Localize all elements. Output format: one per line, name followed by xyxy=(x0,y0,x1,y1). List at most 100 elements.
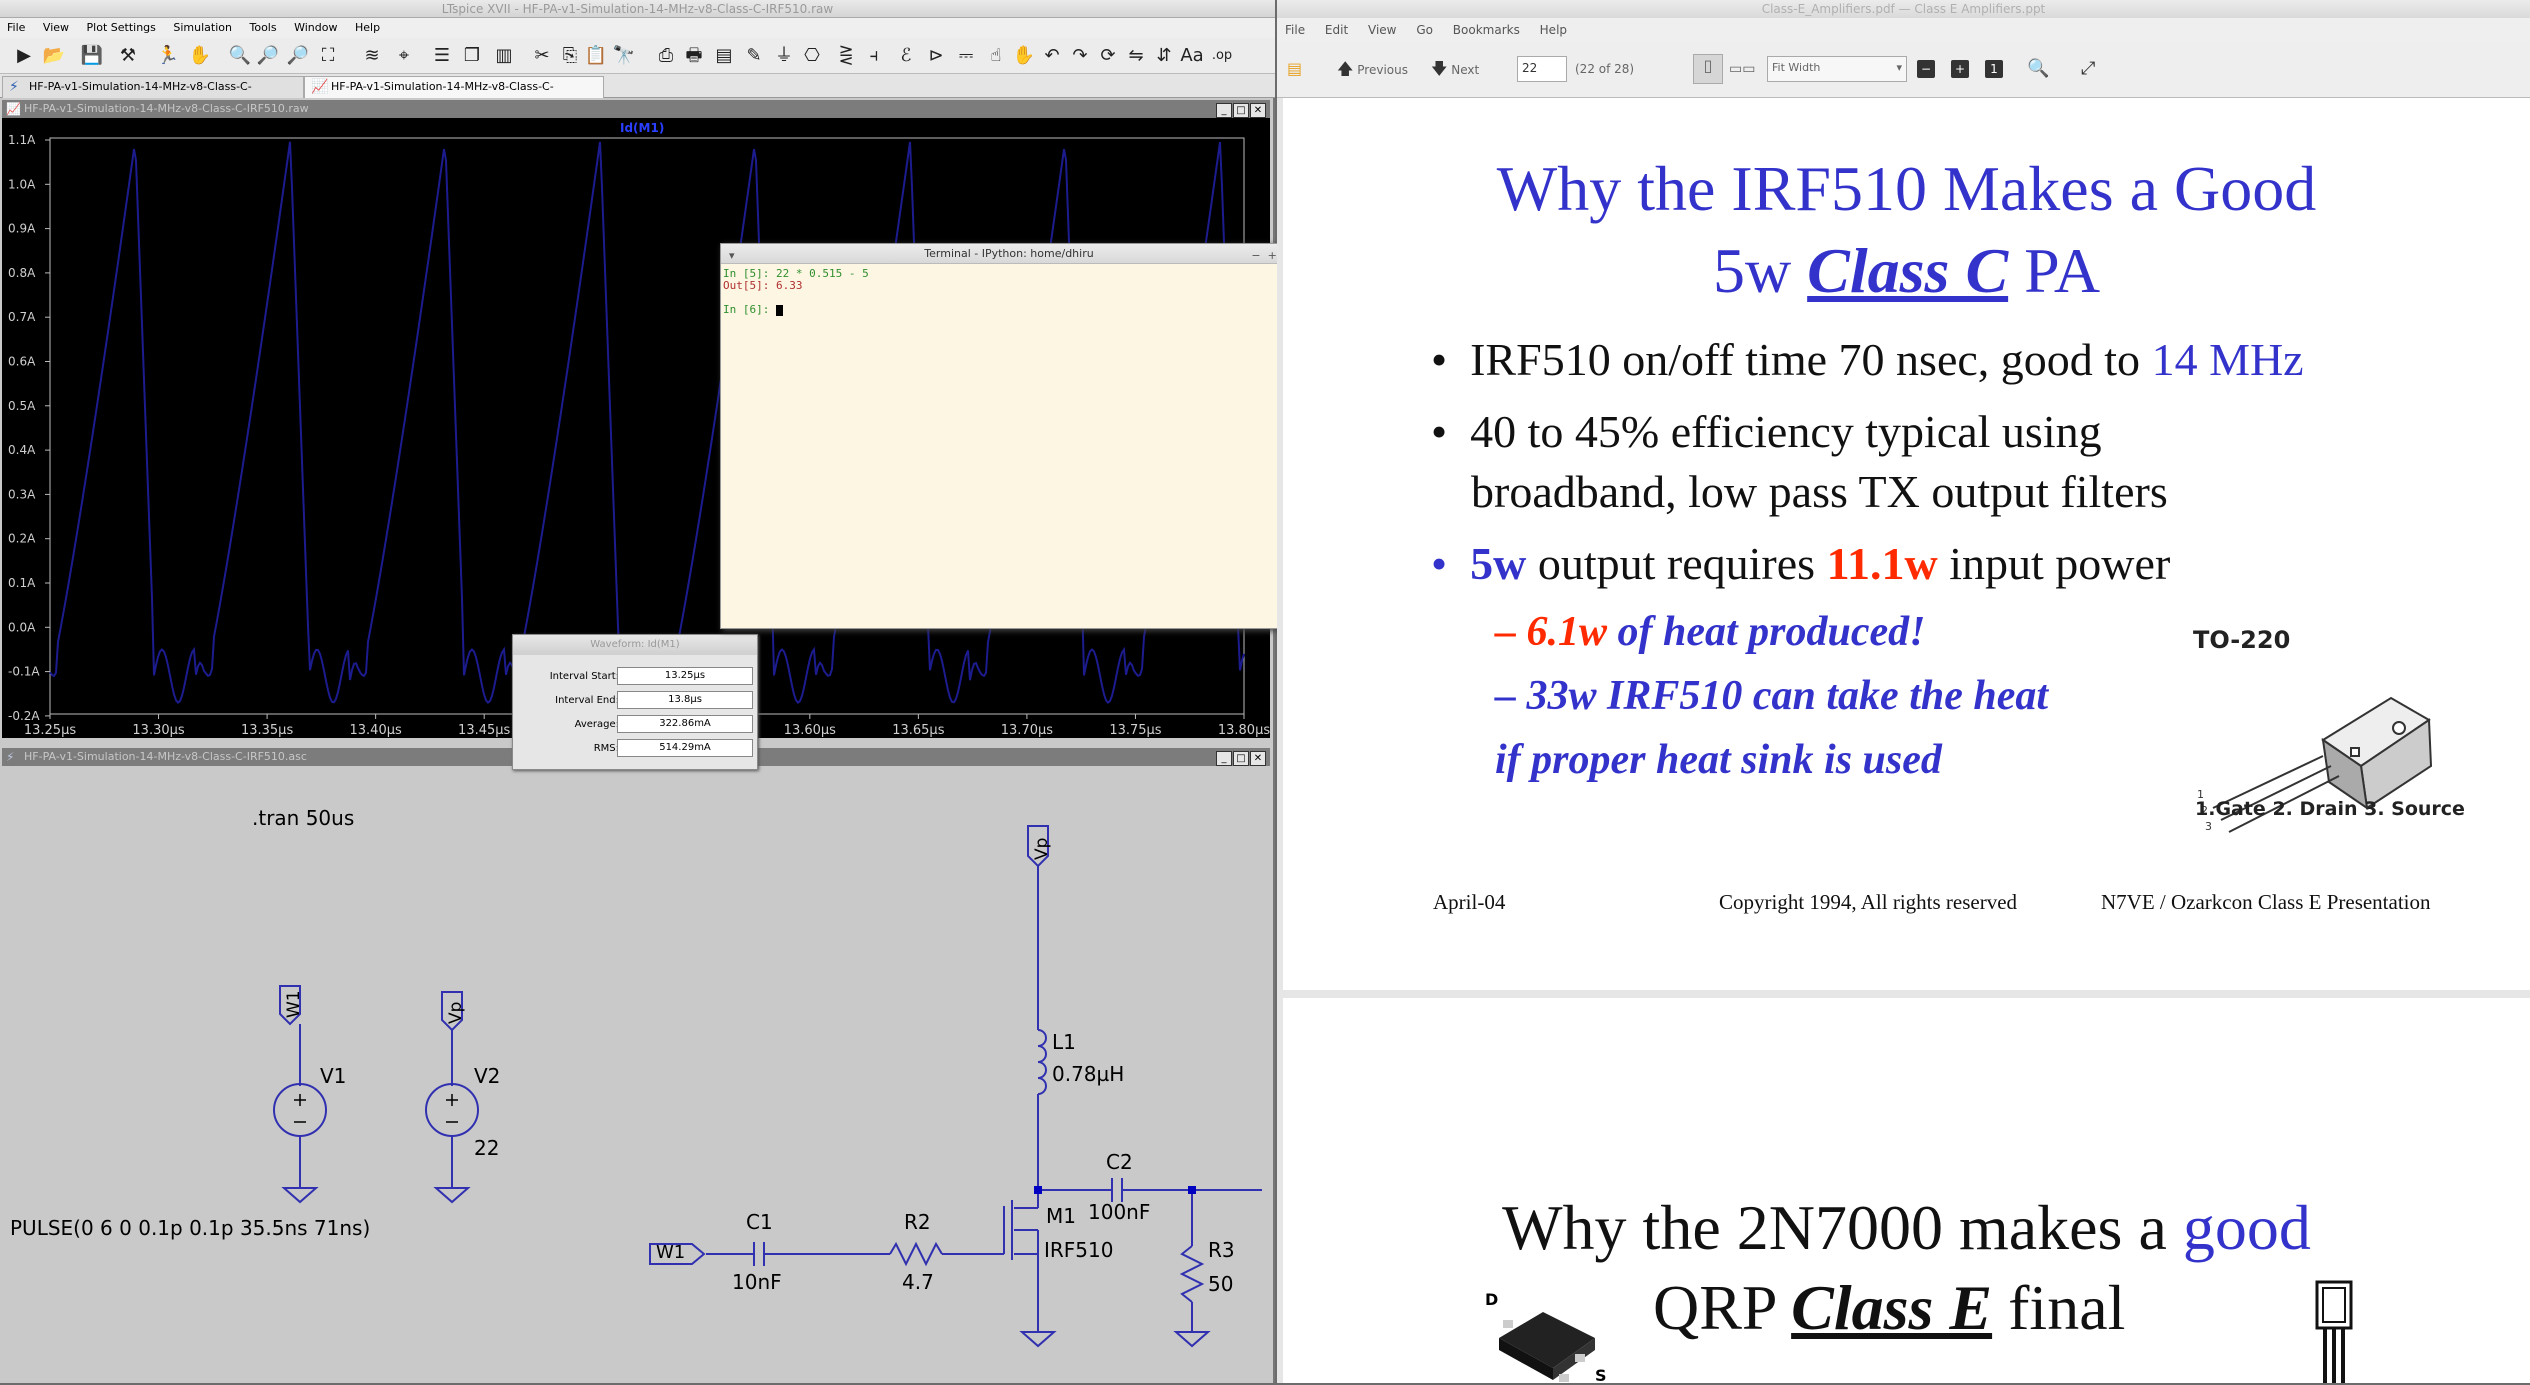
tran-directive[interactable]: .tran 50us xyxy=(252,806,354,830)
trace-label[interactable]: Id(M1) xyxy=(620,121,664,135)
autorange-icon[interactable]: ≋ xyxy=(360,44,384,68)
schematic-canvas[interactable]: .tran 50us PULSE(0 6 0 0.1p 0.1p 35.5ns … xyxy=(2,776,1270,1383)
zoom-in-icon[interactable]: + xyxy=(1951,60,1969,78)
maximize-button[interactable]: □ xyxy=(1233,751,1249,766)
fullscreen-icon[interactable]: ⤢ xyxy=(2081,58,2095,80)
zoom-out-icon[interactable]: − xyxy=(1917,60,1935,78)
menu-simulation[interactable]: Simulation xyxy=(166,18,239,38)
tile-vertical-icon[interactable]: ▥ xyxy=(492,44,516,68)
text-icon[interactable]: Aa xyxy=(1180,44,1204,68)
maximize-icon[interactable]: + xyxy=(1268,249,1277,262)
w1-flag-label[interactable]: W1 xyxy=(284,990,304,1018)
mirror-icon[interactable]: ⇋ xyxy=(1124,44,1148,68)
menu-file[interactable]: File xyxy=(0,18,32,38)
draw-wire-icon[interactable]: ✎ xyxy=(742,44,766,68)
l1-value[interactable]: 0.78µH xyxy=(1052,1062,1124,1086)
print-preview-icon[interactable]: ⎙ xyxy=(654,44,678,68)
tab-waveform[interactable]: 📈 HF-PA-v1-Simulation-14-MHz-v8-Class-C-… xyxy=(304,76,604,113)
open-folder-icon[interactable]: 📂 xyxy=(42,44,66,68)
ground-icon[interactable]: ⏚ xyxy=(772,44,796,68)
capacitor-icon[interactable]: ⫞ xyxy=(862,44,886,68)
tab-schematic[interactable]: ⚡ HF-PA-v1-Simulation-14-MHz-v8-Class-C-… xyxy=(2,76,304,113)
spice-directive-icon[interactable]: .op xyxy=(1210,44,1234,68)
close-button[interactable]: ✕ xyxy=(1250,103,1266,118)
previous-button[interactable]: 🡅 Previous xyxy=(1337,58,1408,81)
menu-help[interactable]: Help xyxy=(1532,18,1575,42)
c2-label[interactable]: C2 xyxy=(1106,1150,1133,1174)
c1-value[interactable]: 10nF xyxy=(732,1270,782,1294)
save-icon[interactable]: 💾 xyxy=(80,44,104,68)
minimize-icon[interactable]: − xyxy=(1251,249,1260,262)
m1-model[interactable]: IRF510 xyxy=(1044,1238,1113,1262)
vp-flag-top-label[interactable]: Vp xyxy=(1032,838,1052,860)
cursor-icon[interactable]: ⌖ xyxy=(392,44,416,68)
component-icon[interactable]: ⎓ xyxy=(954,44,978,68)
terminal-body[interactable]: In [5]: 22 * 0.515 - 5 Out[5]: 6.33 In [… xyxy=(721,264,1297,320)
zoom-out-icon[interactable]: 🔎 xyxy=(286,44,310,68)
c2-value[interactable]: 100nF xyxy=(1088,1200,1150,1224)
menu-view[interactable]: View xyxy=(36,18,76,38)
cut-icon[interactable]: ✂ xyxy=(530,44,554,68)
pan-icon[interactable]: 🔎 xyxy=(256,44,280,68)
zoom-in-icon[interactable]: 🔍 xyxy=(228,44,252,68)
label-net-icon[interactable]: ⎔ xyxy=(800,44,824,68)
terminal-window[interactable]: ▾ Terminal - IPython: home/dhiru − + ✕ I… xyxy=(720,243,1298,629)
drag-icon[interactable]: ✋ xyxy=(1012,44,1036,68)
r2-value[interactable]: 4.7 xyxy=(902,1270,934,1294)
close-button[interactable]: ✕ xyxy=(1250,751,1266,766)
print-icon[interactable]: 🖶 xyxy=(682,44,706,68)
zoom-reset-icon[interactable]: 1 xyxy=(1985,60,2003,78)
run-icon[interactable]: ▶ xyxy=(12,44,36,68)
menu-tools[interactable]: Tools xyxy=(242,18,283,38)
mirror-vertical-icon[interactable]: ⇵ xyxy=(1152,44,1176,68)
r3-value[interactable]: 50 xyxy=(1208,1272,1233,1296)
menu-help[interactable]: Help xyxy=(348,18,387,38)
menu-bookmarks[interactable]: Bookmarks xyxy=(1445,18,1528,42)
zoom-select[interactable]: Fit Width ▾ xyxy=(1767,56,1907,82)
redo-icon[interactable]: ↷ xyxy=(1068,44,1092,68)
setup-icon[interactable]: ▤ xyxy=(712,44,736,68)
c1-label[interactable]: C1 xyxy=(746,1210,773,1234)
pulse-spec[interactable]: PULSE(0 6 0 0.1p 0.1p 35.5ns 71ns) xyxy=(10,1216,370,1240)
zoom-full-icon[interactable]: ⛶ xyxy=(316,44,340,68)
l1-label[interactable]: L1 xyxy=(1052,1030,1076,1054)
inductor-icon[interactable]: ℰ xyxy=(894,44,918,68)
v2-label[interactable]: V2 xyxy=(474,1064,500,1088)
resistor-icon[interactable]: ⋛ xyxy=(834,44,858,68)
vp-flag-label[interactable]: Vp xyxy=(446,1002,466,1024)
menu-edit[interactable]: Edit xyxy=(1317,18,1356,42)
diode-icon[interactable]: ⊳ xyxy=(924,44,948,68)
menu-plot-settings[interactable]: Plot Settings xyxy=(80,18,163,38)
menu-window[interactable]: Window xyxy=(287,18,344,38)
control-panel-icon[interactable]: ⚒ xyxy=(116,44,140,68)
document-icon[interactable]: ▤ xyxy=(1287,58,1302,80)
page-number-input[interactable]: 22 xyxy=(1517,56,1567,82)
m1-label[interactable]: M1 xyxy=(1046,1204,1076,1228)
tile-horizontal-icon[interactable]: ☰ xyxy=(430,44,454,68)
undo-icon[interactable]: ↶ xyxy=(1040,44,1064,68)
menu-view[interactable]: View xyxy=(1360,18,1404,42)
dual-page-icon[interactable]: ▭▭ xyxy=(1729,58,1755,80)
w1-flag-bottom-label[interactable]: W1 xyxy=(656,1242,685,1263)
halt-icon[interactable]: ✋ xyxy=(188,44,212,68)
copy-icon[interactable]: ⎘ xyxy=(558,44,582,68)
find-icon[interactable]: 🔭 xyxy=(612,44,636,68)
r3-label[interactable]: R3 xyxy=(1208,1238,1235,1262)
maximize-button[interactable]: □ xyxy=(1233,103,1249,118)
menu-file[interactable]: File xyxy=(1277,18,1313,42)
window-menu-icon[interactable]: ▾ xyxy=(729,246,735,266)
next-button[interactable]: 🡇 Next xyxy=(1431,58,1479,81)
run-simulation-icon[interactable]: 🏃 xyxy=(156,44,180,68)
minimize-button[interactable]: _ xyxy=(1216,103,1232,118)
paste-icon[interactable]: 📋 xyxy=(584,44,608,68)
v1-label[interactable]: V1 xyxy=(320,1064,346,1088)
minimize-button[interactable]: _ xyxy=(1216,751,1232,766)
search-icon[interactable]: 🔍 xyxy=(2027,58,2049,80)
r2-label[interactable]: R2 xyxy=(904,1210,931,1234)
continuous-view-icon[interactable]: ▯ xyxy=(1693,54,1723,84)
v2-value[interactable]: 22 xyxy=(474,1136,499,1160)
move-icon[interactable]: ☝ xyxy=(984,44,1008,68)
menu-go[interactable]: Go xyxy=(1408,18,1441,42)
cascade-icon[interactable]: ❐ xyxy=(460,44,484,68)
rotate-icon[interactable]: ⟳ xyxy=(1096,44,1120,68)
